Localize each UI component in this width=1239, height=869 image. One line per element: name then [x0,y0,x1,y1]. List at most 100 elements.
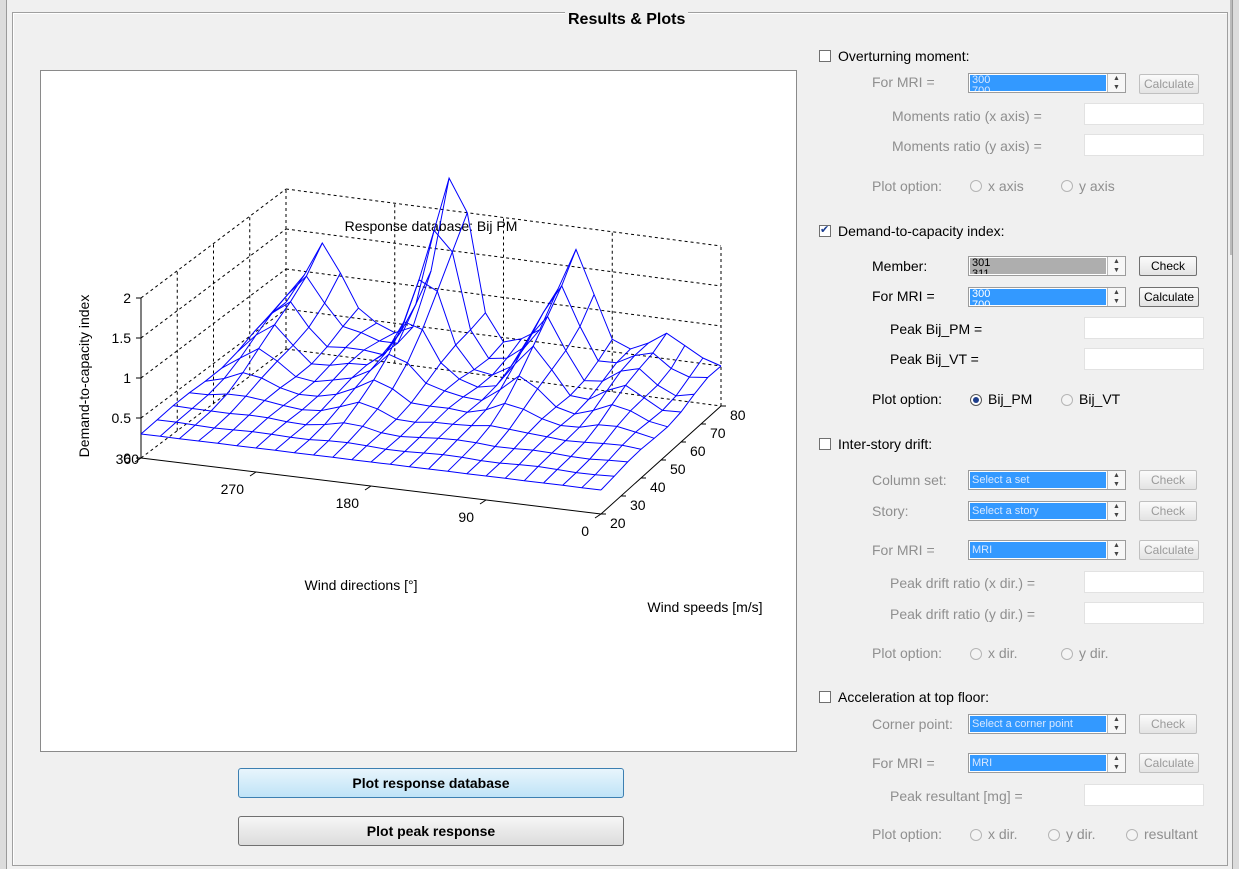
spinner-arrows-icon[interactable]: ▲ ▼ [1107,471,1125,489]
accel-mri-select[interactable]: MRI ▲ ▼ [968,753,1126,773]
drift-checkbox[interactable] [819,438,831,450]
radio-bij-pm[interactable] [970,394,982,406]
surface-line [253,279,695,397]
story-select[interactable]: Select a story ▲ ▼ [968,501,1126,521]
peak-bij-pm-field [1084,317,1204,339]
dci-label: Demand-to-capacity index: [838,223,1005,239]
plot-title: Response database: Bij PM [345,218,518,234]
x-tick [364,485,372,491]
member-value: 301 311 [970,258,1106,274]
plot-response-database-label: Plot response database [352,775,510,791]
overturning-calculate-button[interactable]: Calculate [1139,74,1199,94]
dci-checkbox[interactable] [819,223,831,237]
corner-point-select[interactable]: Select a corner point ▲ ▼ [968,714,1126,734]
peak-bij-vt-label: Peak Bij_VT = [890,351,979,367]
spinner-arrows-icon[interactable]: ▲ ▼ [1107,502,1125,520]
radio-y-axis-label: y axis [1079,178,1115,194]
y-tick-label: 60 [690,443,706,459]
spinner-arrows-icon[interactable]: ▲ ▼ [1107,288,1125,306]
z-tick-label: 1.5 [112,330,132,346]
drift-mri-select[interactable]: MRI ▲ ▼ [968,540,1126,560]
surface-line [428,288,559,470]
radio-accel-x[interactable] [970,829,982,841]
overturning-mri-label: For MRI = [872,74,935,90]
member-label: Member: [872,258,928,274]
overturning-label: Overturning moment: [838,48,970,64]
axes-box [140,188,722,515]
accel-mri-label: For MRI = [872,755,935,771]
column-set-label: Column set: [872,472,947,488]
column-set-check-button[interactable]: Check [1139,470,1197,490]
accel-checkbox[interactable] [819,691,831,703]
overturning-checkbox[interactable] [819,50,831,62]
radio-drift-x[interactable] [970,648,982,660]
peak-drift-y-label: Peak drift ratio (y dir.) = [890,606,1036,622]
spinner-arrows-icon[interactable]: ▲ ▼ [1107,715,1125,733]
y-tick-label: 50 [670,461,686,477]
plot-peak-response-button[interactable]: Plot peak response [238,816,624,846]
plot-response-database-button[interactable]: Plot response database [238,768,624,798]
z-tick-label: 0.5 [112,410,132,426]
dci-plot-option-label: Plot option: [872,391,943,407]
radio-accel-resultant-label: resultant [1144,826,1198,842]
drift-mri-label: For MRI = [872,542,935,558]
moments-ratio-x-label: Moments ratio (x axis) = [892,108,1042,124]
accel-plot-option-label: Plot option: [872,826,943,842]
surface-line [285,176,722,367]
radio-x-axis[interactable] [970,180,982,192]
overturning-mri-select[interactable]: 300 700 ▲ ▼ [968,73,1126,93]
peak-drift-x-field [1084,571,1204,593]
x-tick [479,499,487,505]
radio-y-axis[interactable] [1061,180,1073,192]
surface-line [237,321,682,413]
peak-resultant-field [1084,784,1204,806]
moments-ratio-y-field [1084,134,1204,156]
member-check-button[interactable]: Check [1139,256,1197,276]
radio-accel-y[interactable] [1048,829,1060,841]
overturning-plot-option-label: Plot option: [872,178,943,194]
drift-calculate-button[interactable]: Calculate [1139,540,1199,560]
radio-bij-vt[interactable] [1061,394,1073,406]
y-tick-label: 80 [730,407,746,423]
peak-drift-y-field [1084,602,1204,624]
radio-drift-y-label: y dir. [1079,645,1109,661]
scrollbar-track[interactable] [1230,0,1232,255]
dci-calculate-button[interactable]: Calculate [1139,287,1199,307]
accel-calculate-button[interactable]: Calculate [1139,753,1199,773]
corner-point-label: Corner point: [872,716,953,732]
x-tick [249,471,257,477]
plot-area[interactable]: Response database: Bij PM 0 90 180 270 360 20… [40,70,797,752]
surface-line [189,392,642,450]
radio-accel-x-label: x dir. [988,826,1018,842]
moments-ratio-x-field [1084,103,1204,125]
spinner-arrows-icon[interactable]: ▲ ▼ [1107,74,1125,92]
x-tick [594,513,602,519]
y-tick-label: 20 [610,515,626,531]
dci-mri-select[interactable]: 300 700 ▲ ▼ [968,287,1126,307]
spinner-arrows-icon[interactable]: ▲ ▼ [1107,541,1125,559]
overturning-mri-value: 300 700 [970,75,1106,91]
surface-line [198,272,341,442]
x-tick-label: 90 [458,509,474,525]
plot-peak-response-label: Plot peak response [366,823,496,839]
column-set-select[interactable]: Select a set ▲ ▼ [968,470,1126,490]
radio-accel-y-label: y dir. [1066,826,1096,842]
radio-accel-resultant[interactable] [1126,829,1138,841]
peak-bij-pm-label: Peak Bij_PM = [890,321,983,337]
story-check-button[interactable]: Check [1139,501,1197,521]
dci-mri-label: For MRI = [872,288,935,304]
column-set-value: Select a set [970,472,1106,488]
radio-bij-vt-label: Bij_VT [1079,391,1121,407]
spinner-arrows-icon[interactable]: ▲ ▼ [1107,257,1125,275]
spinner-arrows-icon[interactable]: ▲ ▼ [1107,754,1125,772]
story-value: Select a story [970,503,1106,519]
x-tick-label: 180 [336,495,360,511]
moments-ratio-y-label: Moments ratio (y axis) = [892,138,1042,154]
dci-mri-value: 300 700 [970,289,1106,305]
x-axis-label: Wind directions [°] [305,577,418,593]
surface-plot: Response database: Bij PM 09018027036020… [76,176,763,615]
member-select[interactable]: 301 311 ▲ ▼ [968,256,1126,276]
corner-check-button[interactable]: Check [1139,714,1197,734]
radio-drift-y[interactable] [1061,648,1073,660]
panel-title: Results & Plots [565,11,689,29]
